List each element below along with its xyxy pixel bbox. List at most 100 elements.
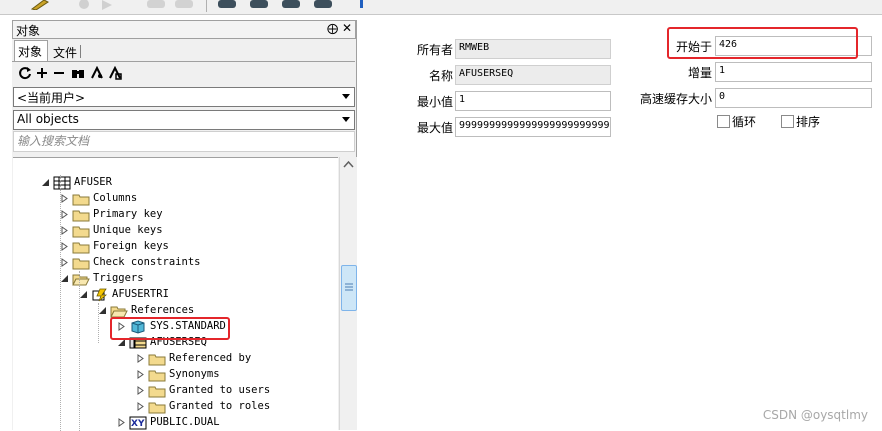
tab-separator: [12, 61, 355, 62]
tree-guide-line: [60, 175, 61, 431]
tree-expanded-icon[interactable]: [98, 306, 107, 315]
chevron-down-icon[interactable]: [339, 112, 353, 126]
close-icon[interactable]: ✕: [342, 21, 352, 35]
order-label: 排序: [796, 115, 821, 129]
cycle-checkbox[interactable]: [717, 115, 730, 128]
tree-collapsed-icon[interactable]: [60, 242, 69, 251]
tree-node-label: Granted to roles: [169, 400, 271, 412]
tree-node-label: Unique keys: [93, 224, 163, 236]
filter-icon[interactable]: [90, 66, 104, 80]
add-icon[interactable]: [35, 66, 49, 80]
folder-icon: [148, 354, 166, 366]
folder-icon: [148, 386, 166, 398]
tree-node-label: Synonyms: [169, 368, 220, 380]
min-value: 1: [459, 94, 466, 105]
panel-title-bar: 对象 ⨁ ✕: [12, 20, 356, 39]
tree-collapsed-icon[interactable]: [117, 418, 126, 427]
folder-open-icon: [72, 274, 90, 286]
svg-text:XY: XY: [131, 419, 145, 429]
tree-collapsed-icon[interactable]: [136, 354, 145, 363]
main-toolbar: [0, 0, 882, 15]
tree-node-label: Check constraints: [93, 256, 201, 268]
object-tree[interactable]: AFUSER Columns Primary key Unique keys Forei…: [13, 157, 338, 431]
max-value-field[interactable]: 9999999999999999999999999999: [455, 117, 611, 137]
toolbar-separator: [206, 0, 207, 12]
increment-value: 1: [719, 65, 726, 76]
tab-objects[interactable]: 对象: [14, 40, 48, 62]
tree-collapsed-icon[interactable]: [60, 226, 69, 235]
object-type-select[interactable]: All objects: [13, 110, 355, 130]
increment-label: 增量: [687, 66, 712, 80]
tree-collapsed-icon[interactable]: [60, 258, 69, 267]
filter-alt-icon[interactable]: [108, 66, 122, 80]
table-icon: [53, 176, 71, 190]
folder-icon: [72, 242, 90, 254]
cycle-label: 循环: [732, 115, 757, 129]
tree-expanded-icon[interactable]: [79, 290, 88, 299]
tab-files[interactable]: 文件: [50, 42, 84, 61]
tree-vertical-scrollbar[interactable]: [339, 157, 357, 430]
tree-node-label: Primary key: [93, 208, 163, 220]
highlight-box-afuserseq: [110, 317, 230, 340]
owner-label: 所有者: [416, 43, 453, 57]
grip-icon: [345, 283, 353, 291]
synonym-icon: XY: [129, 416, 147, 430]
tree-node-label: AFUSERTRI: [112, 288, 169, 300]
max-value-label: 最大值: [416, 121, 453, 135]
tree-node-label: AFUSER: [74, 176, 112, 188]
cache-size-value: 0: [719, 91, 726, 102]
owner-field: RMWEB: [455, 39, 611, 59]
database-icons[interactable]: [216, 0, 336, 10]
increment-field[interactable]: 1: [715, 62, 872, 82]
tab-objects-label: 对象: [18, 45, 43, 59]
pin-icon[interactable]: ⨁: [327, 22, 338, 35]
chevron-down-icon[interactable]: [339, 89, 353, 103]
toolbar-marker-icon: [360, 0, 363, 8]
watermark: CSDN @oysqtlmy: [762, 408, 868, 422]
tree-collapsed-icon[interactable]: [136, 386, 145, 395]
tree-expanded-icon[interactable]: [41, 178, 50, 187]
trigger-icon: [92, 288, 108, 302]
find-icon[interactable]: [71, 66, 85, 80]
tree-node-label: Foreign keys: [93, 240, 169, 252]
owner-select[interactable]: <当前用户>: [13, 87, 355, 107]
tree-collapsed-icon[interactable]: [136, 370, 145, 379]
search-input[interactable]: [14, 132, 350, 149]
tree-collapsed-icon[interactable]: [60, 210, 69, 219]
pencil-icon[interactable]: [28, 0, 50, 10]
tab-files-label: 文件: [53, 46, 78, 60]
search-box[interactable]: [13, 131, 355, 152]
object-type-select-value: All objects: [17, 112, 79, 126]
folder-icon: [148, 370, 166, 382]
tree-node-label: References: [131, 304, 195, 316]
name-value: AFUSERSEQ: [459, 68, 514, 79]
folder-open-icon: [110, 306, 128, 318]
scroll-up-icon[interactable]: [340, 157, 357, 173]
scrollbar-thumb[interactable]: [341, 265, 357, 311]
min-value-field[interactable]: 1: [455, 91, 611, 111]
owner-select-value: <当前用户>: [17, 91, 86, 105]
tree-expanded-icon[interactable]: [60, 274, 69, 283]
cache-size-label: 高速缓存大小: [639, 92, 712, 106]
folder-icon: [72, 210, 90, 222]
cache-size-field[interactable]: 0: [715, 88, 872, 108]
folder-icon: [72, 258, 90, 270]
folder-icon: [148, 402, 166, 414]
disabled-db-icon: [147, 0, 193, 8]
tree-node-label: Referenced by: [169, 352, 252, 364]
highlight-box-start-with: [667, 27, 858, 59]
tree-collapsed-icon[interactable]: [60, 194, 69, 203]
remove-icon[interactable]: [52, 66, 66, 80]
tree-node-label: Columns: [93, 192, 138, 204]
tree-collapsed-icon[interactable]: [136, 402, 145, 411]
name-field: AFUSERSEQ: [455, 65, 611, 85]
tree-guide-line: [98, 303, 99, 343]
tree-node-label: Granted to users: [169, 384, 271, 396]
folder-icon: [72, 226, 90, 238]
object-browser-panel: 对象 ⨁ ✕ 对象 文件 <当前用户> All objects AFUSER Co…: [12, 20, 357, 431]
tree-node-label: Triggers: [93, 272, 144, 284]
refresh-icon[interactable]: [18, 66, 32, 80]
name-label: 名称: [428, 69, 453, 83]
tab-divider: [80, 45, 81, 58]
order-checkbox[interactable]: [781, 115, 794, 128]
